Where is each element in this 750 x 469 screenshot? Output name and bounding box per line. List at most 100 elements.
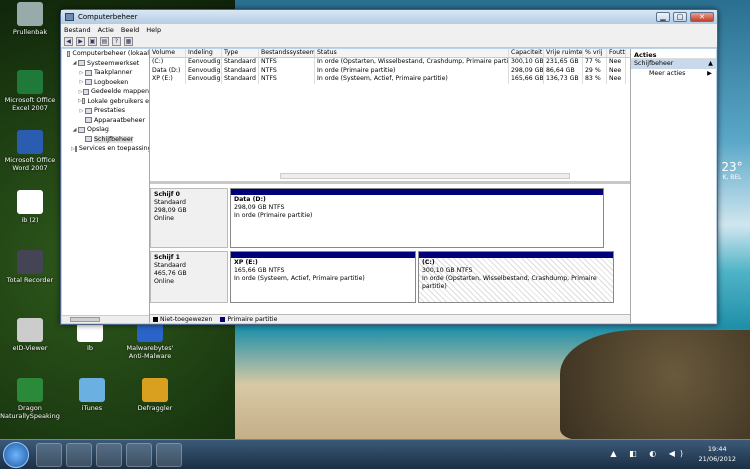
menu-beeld[interactable]: Beeld — [121, 26, 139, 34]
system-tray[interactable]: ▲ ◧ ◐ ◀) — [610, 449, 688, 458]
computer-management-icon — [65, 13, 74, 21]
table-cell: Nee — [607, 58, 626, 67]
tree-node[interactable]: ▷ Taakplanner — [62, 68, 149, 78]
tree-horizontal-scrollbar[interactable] — [62, 315, 149, 323]
expand-icon[interactable]: ▷ — [78, 79, 85, 85]
column-header[interactable]: Foutto — [607, 49, 626, 57]
clock-time: 19:44 — [707, 445, 727, 453]
explorer-taskbar-icon[interactable] — [36, 443, 62, 467]
column-header[interactable]: Status — [315, 49, 509, 57]
partition-status: In orde (Primaire partitie) — [234, 212, 313, 219]
actions-section-schijfbeheer[interactable]: Schijfbeheer ▲ — [631, 59, 716, 69]
desktop-icon[interactable]: ib (2) — [0, 190, 60, 224]
tree-node[interactable]: Schijfbeheer — [62, 135, 149, 145]
tree-node[interactable]: ▷ Prestaties — [62, 106, 149, 116]
actions-header: Acties — [631, 49, 716, 59]
volume-list-scrollbar[interactable] — [280, 173, 570, 179]
column-header[interactable]: Bestandssysteem — [259, 49, 315, 57]
tree-node[interactable]: ▷ Gedeelde mappen — [62, 87, 149, 97]
partition-c[interactable]: (C:) 300,10 GB NTFS In orde (Opstarten, … — [418, 251, 614, 303]
desktop-icon[interactable]: eID-Viewer — [0, 318, 60, 352]
expand-icon[interactable]: ▷ — [78, 108, 85, 114]
table-cell: Eenvoudig — [188, 66, 222, 75]
desktop-icon-label: eID-Viewer — [12, 344, 48, 352]
tree-node[interactable]: Apparaatbeheer — [62, 116, 149, 126]
tree-node-icon — [83, 88, 90, 95]
menu-actie[interactable]: Actie — [98, 26, 114, 34]
column-header[interactable]: % vrij — [583, 49, 607, 57]
back-icon[interactable]: ◀ — [64, 36, 73, 46]
volume-list: Volume Indeling Type Bestandssysteem Status C… — [150, 49, 630, 184]
speaker-icon — [17, 250, 43, 274]
more-actions-item[interactable]: Meer acties ▶ — [631, 69, 716, 79]
disk-info[interactable]: Schijf 1 Standaard 465,76 GB Online — [150, 251, 228, 303]
expand-icon[interactable]: ◢ — [71, 60, 78, 66]
table-cell: Nee — [607, 75, 626, 84]
up-folder-icon[interactable]: ▣ — [88, 36, 97, 46]
maximize-button[interactable]: □ — [673, 12, 687, 22]
tree-node[interactable]: ▷ Services en toepassing — [62, 144, 149, 154]
tree-node[interactable]: Computerbeheer (lokaal — [62, 49, 149, 59]
disk-size: 298,09 GB — [154, 207, 187, 214]
table-cell: In orde (Primaire partitie) — [315, 66, 509, 75]
menu-bar: Bestand Actie Beeld Help — [61, 24, 717, 35]
internet-explorer-taskbar-icon[interactable] — [96, 443, 122, 467]
desktop-icon[interactable]: iTunes — [62, 378, 122, 412]
disk-info[interactable]: Schijf 0 Standaard 298,09 GB Online — [150, 188, 228, 248]
partition-size: 165,66 GB NTFS — [234, 267, 285, 274]
forward-icon[interactable]: ▶ — [76, 36, 85, 46]
record-taskbar-icon[interactable] — [126, 443, 152, 467]
computer-management-taskbar-icon[interactable] — [156, 443, 182, 467]
tree-node-icon — [85, 69, 92, 76]
disk-type: Standaard — [154, 262, 186, 269]
desktop-icon[interactable]: Prullenbak — [0, 2, 60, 36]
desktop-icon[interactable]: Microsoft Office Word 2007 — [0, 130, 60, 172]
table-cell: Standaard — [222, 58, 259, 67]
table-cell: NTFS — [259, 66, 315, 75]
minimize-button[interactable]: ▁ — [656, 12, 670, 22]
table-cell: Standaard — [222, 75, 259, 84]
partition-name: Data (D:) — [234, 196, 266, 203]
tree-node[interactable]: ▷ Lokale gebruikers e — [62, 97, 149, 107]
desktop-icon-label: Dragon NaturallySpeaking — [0, 404, 60, 420]
close-button[interactable]: ✕ — [690, 12, 714, 22]
desktop-icon-label: Microsoft Office Word 2007 — [4, 156, 56, 172]
menu-bestand[interactable]: Bestand — [64, 26, 91, 34]
tree-node-label: Computerbeheer (lokaal — [72, 50, 149, 58]
tree-node-icon — [78, 126, 85, 133]
desktop-icon[interactable]: Defraggler — [125, 378, 185, 412]
column-header[interactable]: Indeling — [186, 49, 222, 57]
desktop-icon[interactable]: Microsoft Office Excel 2007 — [0, 70, 60, 112]
column-header[interactable]: Capaciteit — [509, 49, 544, 57]
table-row[interactable]: (C:) Eenvoudig Standaard NTFS In orde (Opsta… — [150, 58, 630, 67]
title-bar[interactable]: Computerbeheer ▁ □ ✕ — [61, 10, 717, 24]
table-row[interactable]: Data (D:) Eenvoudig Standaard NTFS In orde (… — [150, 66, 630, 75]
tree-node[interactable]: ▷ Logboeken — [62, 78, 149, 88]
expand-icon[interactable]: ▷ — [78, 70, 85, 76]
tree-node[interactable]: ◢ Opslag — [62, 125, 149, 135]
partition-size: 300,10 GB NTFS — [422, 267, 473, 274]
start-button[interactable] — [3, 442, 29, 468]
tree-node-icon — [74, 145, 77, 152]
media-player-taskbar-icon[interactable] — [66, 443, 92, 467]
column-header[interactable]: Volume — [150, 49, 186, 57]
column-header[interactable]: Type — [222, 49, 259, 57]
clock[interactable]: 19:44 21/06/2012 — [699, 444, 736, 464]
tree-node[interactable]: ◢ Systeemwerkset — [62, 59, 149, 69]
desktop-icon[interactable]: Total Recorder — [0, 250, 60, 284]
expand-icon[interactable]: ◢ — [71, 127, 78, 133]
column-header[interactable]: Vrije ruimte — [544, 49, 583, 57]
help-icon[interactable]: ? — [112, 36, 121, 46]
tree-node-label: Systeemwerkset — [87, 59, 140, 67]
properties-icon[interactable]: ▦ — [124, 36, 133, 46]
ib-icon — [17, 190, 43, 214]
computer-management-window[interactable]: Computerbeheer ▁ □ ✕ Bestand Actie Beeld… — [60, 9, 718, 325]
disk-row: Schijf 1 Standaard 465,76 GB Online XP (… — [150, 251, 614, 303]
show-hide-tree-icon[interactable]: ▤ — [100, 36, 109, 46]
partition-data-d[interactable]: Data (D:) 298,09 GB NTFS In orde (Primai… — [230, 188, 604, 248]
menu-help[interactable]: Help — [146, 26, 161, 34]
weather-gadget[interactable]: 23° K, BEL — [714, 160, 750, 194]
table-row[interactable]: XP (E:) Eenvoudig Standaard NTFS In orde (Sy… — [150, 75, 630, 84]
partition-xp-e[interactable]: XP (E:) 165,66 GB NTFS In orde (Systeem,… — [230, 251, 416, 303]
desktop-icon[interactable]: Dragon NaturallySpeaking — [0, 378, 60, 420]
